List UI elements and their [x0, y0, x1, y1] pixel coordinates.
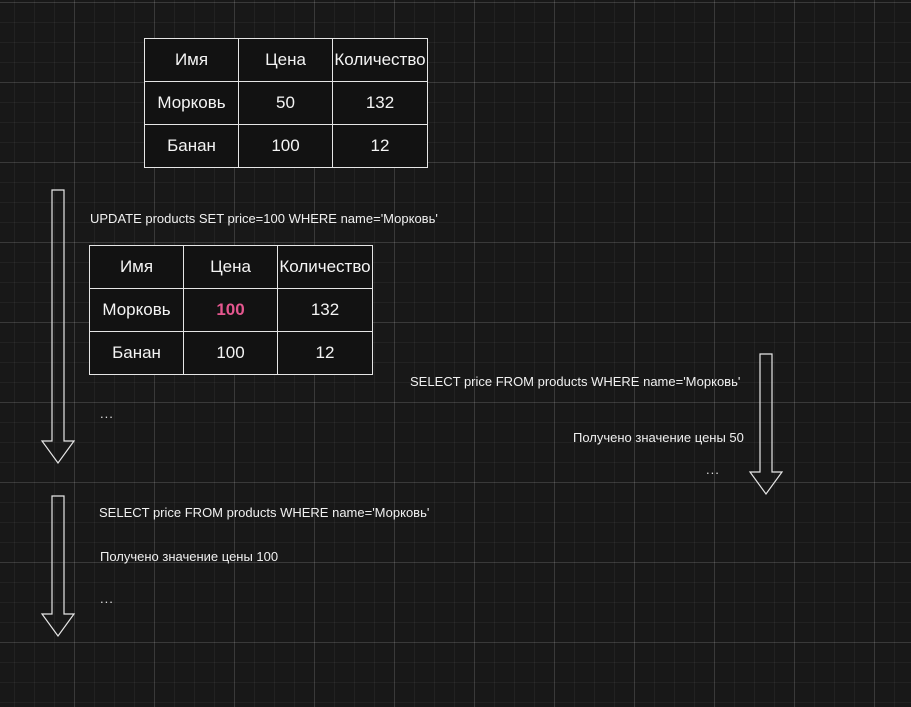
result-right: Получено значение цены 50 — [573, 430, 744, 445]
ellipsis-left-2: ... — [100, 591, 114, 606]
table-row: Банан 100 12 — [144, 124, 428, 168]
header-cell-name: Имя — [89, 245, 184, 289]
ellipsis-left-1: ... — [100, 406, 114, 421]
down-arrow-icon — [748, 353, 784, 496]
update-statement: UPDATE products SET price=100 WHERE name… — [90, 211, 438, 226]
cell-name: Банан — [144, 124, 239, 168]
cell-price-updated: 100 — [183, 288, 278, 332]
cell-quantity: 132 — [332, 81, 428, 125]
cell-name: Банан — [89, 331, 184, 375]
cell-quantity: 12 — [277, 331, 373, 375]
cell-name: Морковь — [144, 81, 239, 125]
header-cell-price: Цена — [238, 38, 333, 82]
table-header-row: Имя Цена Количество — [89, 245, 373, 289]
select-statement-right: SELECT price FROM products WHERE name='М… — [410, 374, 741, 389]
select-statement-left: SELECT price FROM products WHERE name='М… — [99, 505, 430, 520]
cell-name: Морковь — [89, 288, 184, 332]
down-arrow-icon — [40, 495, 76, 638]
down-arrow-icon — [40, 189, 76, 465]
cell-quantity: 132 — [277, 288, 373, 332]
table-row: Морковь 50 132 — [144, 81, 428, 125]
header-cell-name: Имя — [144, 38, 239, 82]
table-row: Банан 100 12 — [89, 331, 373, 375]
table-row: Морковь 100 132 — [89, 288, 373, 332]
cell-price: 50 — [238, 81, 333, 125]
products-table-updated: Имя Цена Количество Морковь 100 132 Бана… — [89, 245, 373, 375]
cell-price: 100 — [238, 124, 333, 168]
cell-price: 100 — [183, 331, 278, 375]
cell-quantity: 12 — [332, 124, 428, 168]
ellipsis-right: ... — [706, 462, 720, 477]
header-cell-quantity: Количество — [332, 38, 428, 82]
products-table-initial: Имя Цена Количество Морковь 50 132 Банан… — [144, 38, 428, 168]
table-header-row: Имя Цена Количество — [144, 38, 428, 82]
header-cell-quantity: Количество — [277, 245, 373, 289]
result-left: Получено значение цены 100 — [100, 549, 279, 564]
header-cell-price: Цена — [183, 245, 278, 289]
